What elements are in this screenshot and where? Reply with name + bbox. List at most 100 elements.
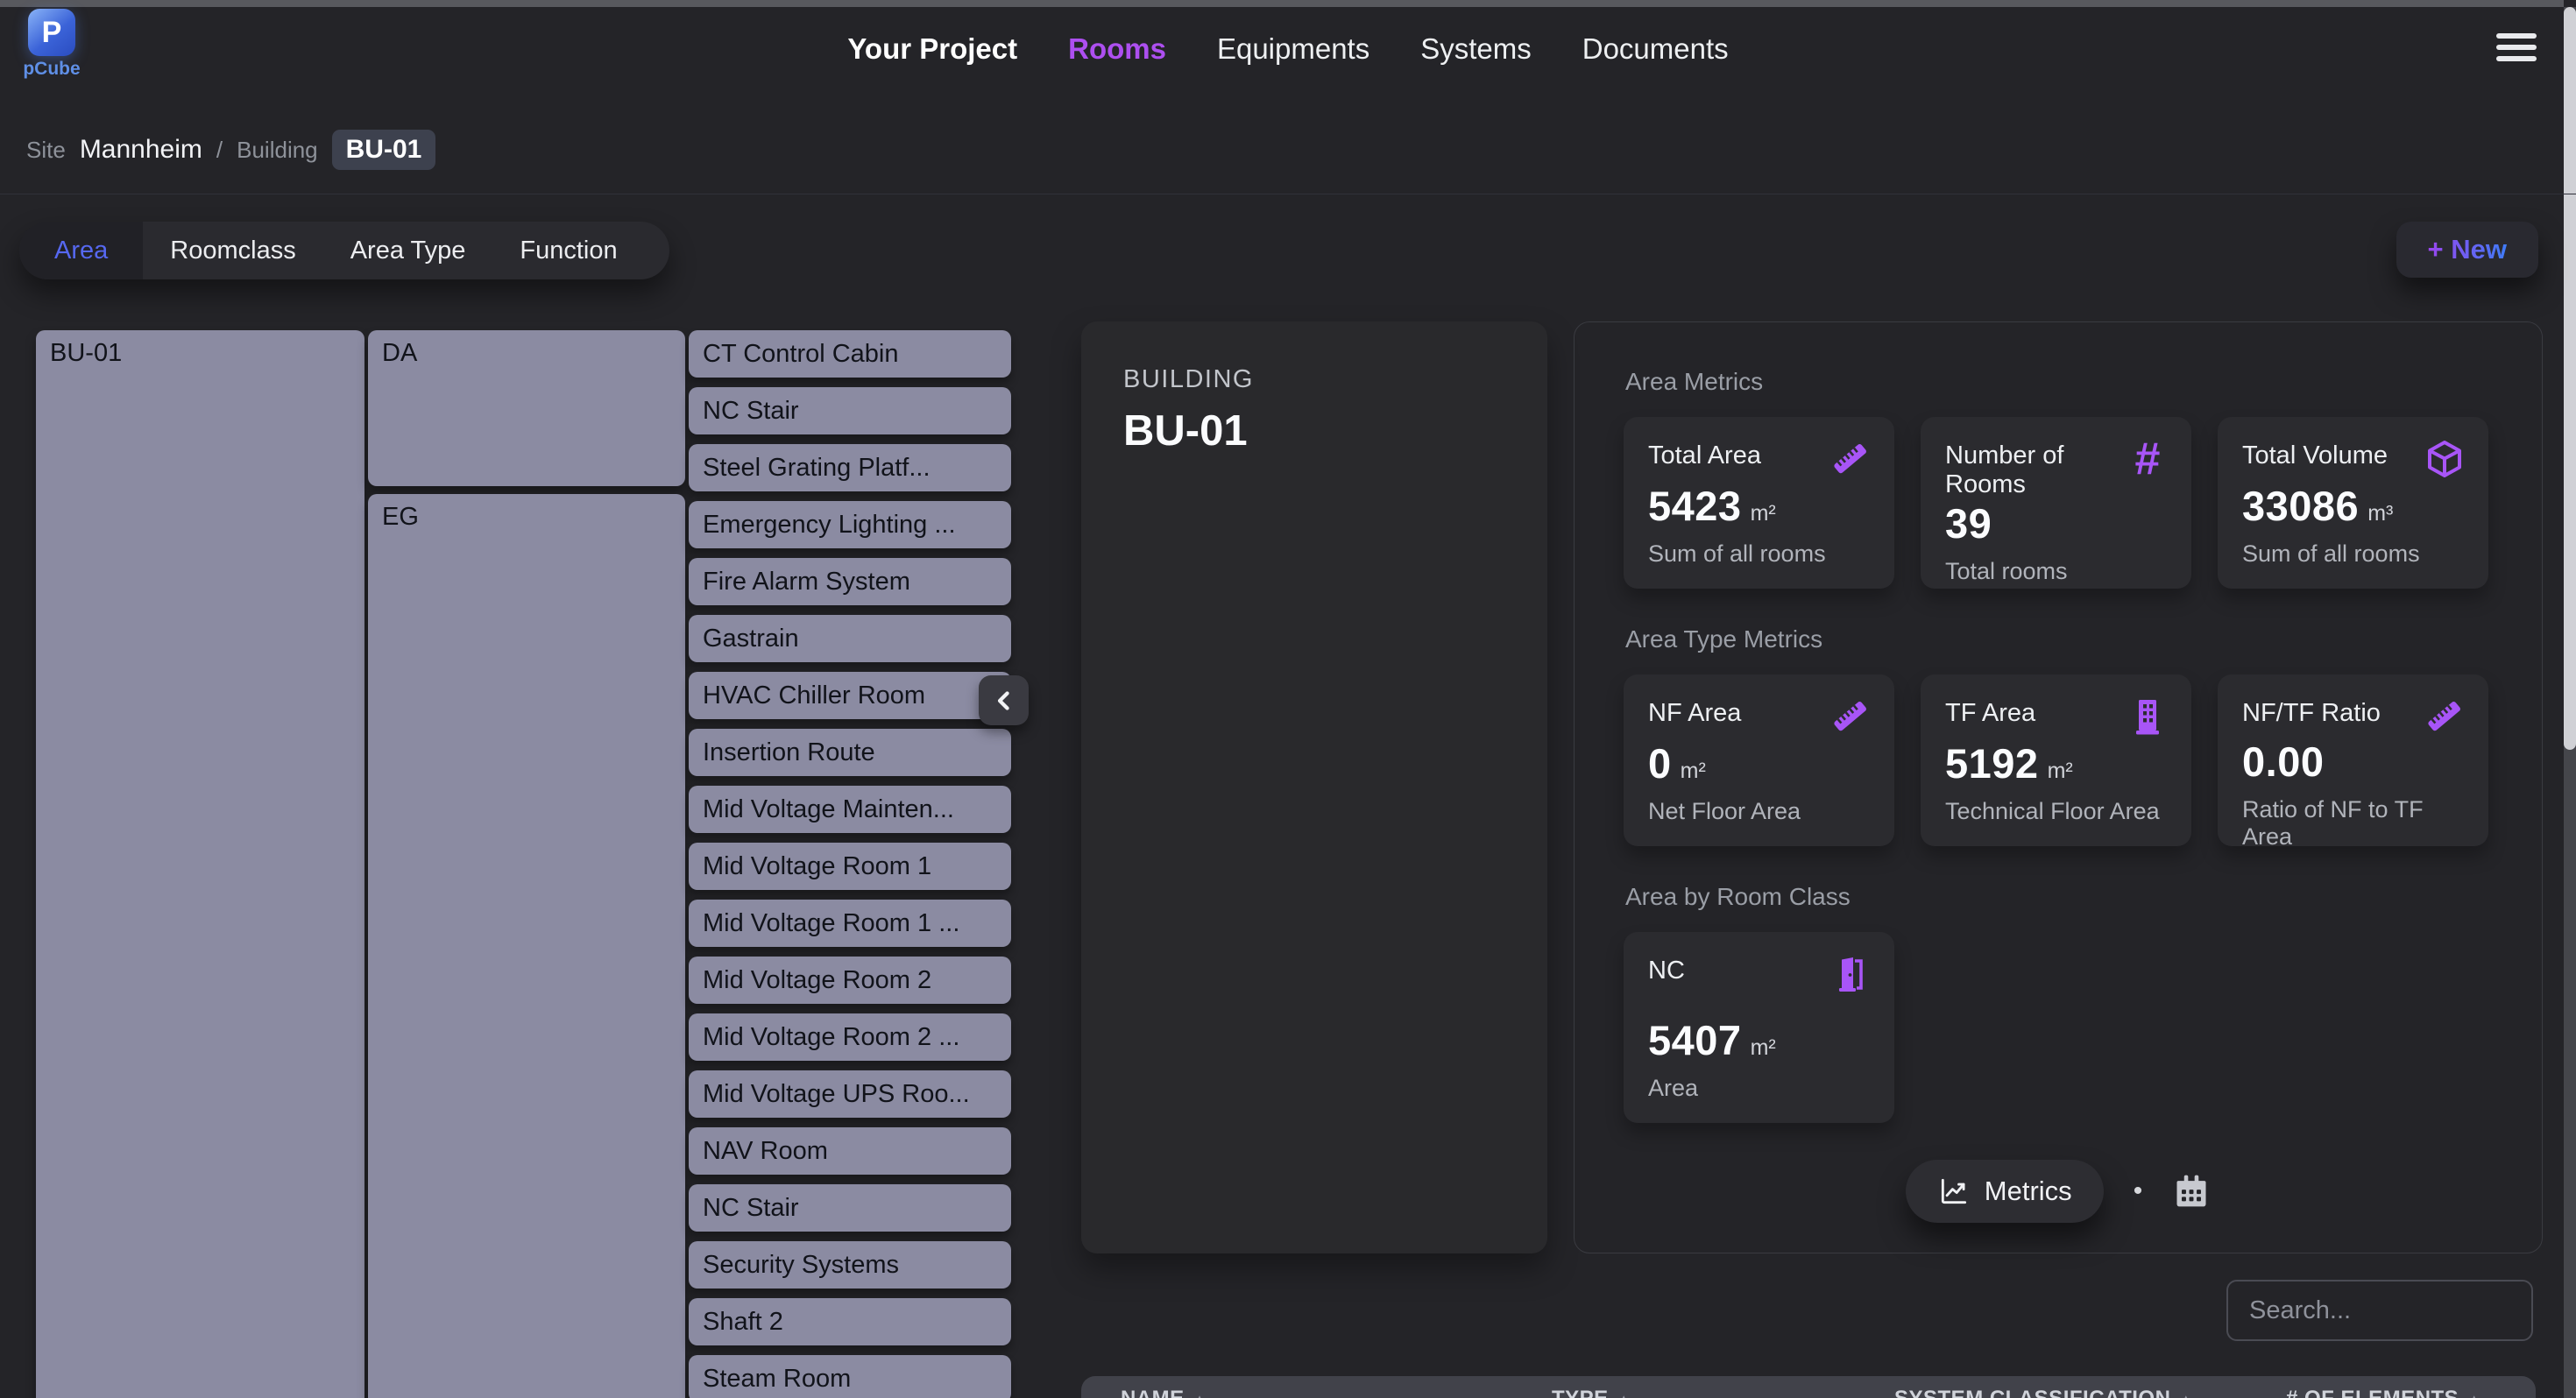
metrics-toggle-button[interactable]: Metrics bbox=[1906, 1160, 2104, 1223]
column-header-type[interactable]: TYPE▲ bbox=[1552, 1387, 1631, 1398]
metric-card-row: NF Area0m²Net Floor AreaTF Area5192m²Tec… bbox=[1624, 674, 2493, 846]
section-title-area-by-room-class: Area by Room Class bbox=[1625, 883, 2493, 911]
tree-block-eg[interactable]: EG bbox=[368, 494, 685, 1398]
metric-card-value: 0 m² bbox=[1648, 739, 1870, 787]
breadcrumb-building-chip[interactable]: BU-01 bbox=[332, 130, 436, 170]
metric-card-tf-area: TF Area5192m²Technical Floor Area bbox=[1921, 674, 2191, 846]
metric-card-subtitle: Ratio of NF to TF Area bbox=[2242, 796, 2464, 851]
section-title-area-metrics: Area Metrics bbox=[1625, 368, 2493, 396]
metric-card-subtitle: Sum of all rooms bbox=[2242, 540, 2464, 568]
collapse-tree-button[interactable] bbox=[979, 675, 1029, 725]
app-logo[interactable]: P pCube bbox=[19, 9, 84, 80]
column-header-name[interactable]: NAME▲ bbox=[1121, 1387, 1207, 1398]
tree-item-mid-voltage-room-2[interactable]: Mid Voltage Room 2 ... bbox=[689, 1013, 1011, 1061]
breadcrumb: Site Mannheim / Building BU-01 bbox=[26, 130, 435, 170]
tree-item-shaft-2[interactable]: Shaft 2 bbox=[689, 1298, 1011, 1345]
new-button[interactable]: + New bbox=[2396, 222, 2538, 278]
top-scrollbar[interactable] bbox=[0, 0, 2564, 7]
metric-value: 39 bbox=[1945, 499, 1992, 547]
metric-card-top: Total Volume bbox=[2242, 441, 2464, 480]
chevron-left-icon bbox=[989, 686, 1019, 716]
tree-item-nav-room[interactable]: NAV Room bbox=[689, 1127, 1011, 1175]
metric-card-top: NF Area bbox=[1648, 699, 1870, 738]
column-header-of-elements[interactable]: # OF ELEMENTS ▲ bbox=[2286, 1387, 2480, 1398]
metric-card-subtitle: Sum of all rooms bbox=[1648, 540, 1870, 568]
tree-item-mid-voltage-room-2[interactable]: Mid Voltage Room 2 bbox=[689, 957, 1011, 1004]
nav-item-rooms[interactable]: Rooms bbox=[1068, 32, 1166, 67]
column-header-label: NAME bbox=[1121, 1387, 1185, 1398]
metric-unit: m² bbox=[1751, 501, 1776, 526]
calendar-button[interactable] bbox=[2172, 1172, 2211, 1211]
metric-card-subtitle: Total rooms bbox=[1945, 558, 2167, 585]
metric-card-label: Number of Rooms bbox=[1945, 441, 2120, 499]
column-header-label: TYPE bbox=[1552, 1387, 1609, 1398]
logo-text: pCube bbox=[19, 59, 84, 80]
tree-item-mid-voltage-room-1[interactable]: Mid Voltage Room 1 bbox=[689, 843, 1011, 890]
column-header-system-classification[interactable]: SYSTEM CLASSIFICATION▲ bbox=[1894, 1387, 2192, 1398]
tree-block-bu-01[interactable]: BU-01 bbox=[36, 330, 364, 1398]
metric-value: 0.00 bbox=[2242, 738, 2324, 786]
hash-icon: # bbox=[2127, 438, 2169, 480]
menu-button[interactable] bbox=[2496, 33, 2537, 61]
vertical-scrollbar-track[interactable] bbox=[2564, 7, 2576, 1398]
ruler-icon bbox=[2424, 695, 2466, 738]
tree-item-hvac-chiller-room[interactable]: HVAC Chiller Room bbox=[689, 672, 1011, 719]
tree-item-mid-voltage-room-1[interactable]: Mid Voltage Room 1 ... bbox=[689, 900, 1011, 947]
ruler-icon bbox=[1829, 695, 1872, 738]
metric-card-top: TF Area bbox=[1945, 699, 2167, 738]
metric-card-subtitle: Area bbox=[1648, 1075, 1870, 1102]
tree-item-emergency-lighting[interactable]: Emergency Lighting ... bbox=[689, 501, 1011, 548]
column-header-label: # OF ELEMENTS bbox=[2286, 1387, 2459, 1398]
metric-card-label: NF Area bbox=[1648, 699, 1741, 728]
metric-card-row: Total Area5423m²Sum of all roomsNumber o… bbox=[1624, 417, 2493, 589]
metric-card-top: Number of Rooms# bbox=[1945, 441, 2167, 499]
breadcrumb-site-value[interactable]: Mannheim bbox=[80, 135, 202, 165]
nav-item-equipments[interactable]: Equipments bbox=[1217, 32, 1369, 67]
sort-icon: ▲ bbox=[2179, 1392, 2192, 1398]
building-detail-panel: BUILDING BU-01 bbox=[1081, 321, 1547, 1253]
tree-column-rooms: CT Control Cabin NC Stair Steel Grating Pl… bbox=[689, 330, 1011, 1398]
tree-item-steel-grating-platf[interactable]: Steel Grating Platf... bbox=[689, 444, 1011, 491]
tab-roomclass[interactable]: Roomclass bbox=[143, 222, 322, 279]
metric-card-nf-tf-ratio: NF/TF Ratio0.00Ratio of NF to TF Area bbox=[2218, 674, 2488, 846]
tree-item-nc-stair[interactable]: NC Stair bbox=[689, 1184, 1011, 1232]
nav-item-documents[interactable]: Documents bbox=[1582, 32, 1729, 67]
table-header: NAME▲TYPE▲SYSTEM CLASSIFICATION▲# OF ELE… bbox=[1081, 1376, 2536, 1398]
metric-value: 0 bbox=[1648, 739, 1672, 787]
metric-value: 5192 bbox=[1945, 739, 2039, 787]
tree-item-steam-room[interactable]: Steam Room bbox=[689, 1355, 1011, 1398]
tree-block-da[interactable]: DA bbox=[368, 330, 685, 486]
tree-item-nc-stair[interactable]: NC Stair bbox=[689, 387, 1011, 434]
tab-function[interactable]: Function bbox=[492, 222, 644, 279]
tab-area[interactable]: Area bbox=[19, 222, 143, 279]
tree-item-gastrain[interactable]: Gastrain bbox=[689, 615, 1011, 662]
metric-value: 5407 bbox=[1648, 1016, 1742, 1064]
tree-item-mid-voltage-ups-roo[interactable]: Mid Voltage UPS Roo... bbox=[689, 1070, 1011, 1118]
nav-item-your-project[interactable]: Your Project bbox=[847, 32, 1017, 67]
tree-column-floors: DAEG bbox=[368, 330, 685, 1398]
search-input[interactable] bbox=[2226, 1280, 2533, 1341]
nav-item-systems[interactable]: Systems bbox=[1420, 32, 1532, 67]
metric-unit: m² bbox=[1681, 759, 1706, 784]
entity-type-label: BUILDING bbox=[1123, 365, 1505, 394]
main-nav: Your Project Rooms Equipments Systems Docume… bbox=[847, 32, 1728, 67]
building-icon bbox=[2127, 695, 2169, 738]
metrics-footer: Metrics • bbox=[1624, 1160, 2493, 1223]
vertical-scrollbar-thumb[interactable] bbox=[2564, 7, 2576, 750]
tab-area-type[interactable]: Area Type bbox=[323, 222, 493, 279]
section-title-area-type-metrics: Area Type Metrics bbox=[1625, 625, 2493, 653]
tree-item-ct-control-cabin[interactable]: CT Control Cabin bbox=[689, 330, 1011, 378]
tree-item-insertion-route[interactable]: Insertion Route bbox=[689, 729, 1011, 776]
chart-icon bbox=[1937, 1175, 1971, 1208]
metric-card-nc: NC5407m²Area bbox=[1624, 932, 1894, 1123]
sort-icon: ▲ bbox=[2467, 1392, 2480, 1398]
metric-unit: m² bbox=[2048, 759, 2073, 784]
tree-item-mid-voltage-mainten[interactable]: Mid Voltage Mainten... bbox=[689, 786, 1011, 833]
metric-card-total-area: Total Area5423m²Sum of all rooms bbox=[1624, 417, 1894, 589]
tree-item-fire-alarm-system[interactable]: Fire Alarm System bbox=[689, 558, 1011, 605]
tree-item-security-systems[interactable]: Security Systems bbox=[689, 1241, 1011, 1289]
metric-card-row: NC5407m²Area bbox=[1624, 932, 2493, 1123]
metric-card-number-of-rooms: Number of Rooms#39 Total rooms bbox=[1921, 417, 2191, 589]
metric-card-total-volume: Total Volume33086m³Sum of all rooms bbox=[2218, 417, 2488, 589]
metric-card-label: Total Volume bbox=[2242, 441, 2388, 470]
